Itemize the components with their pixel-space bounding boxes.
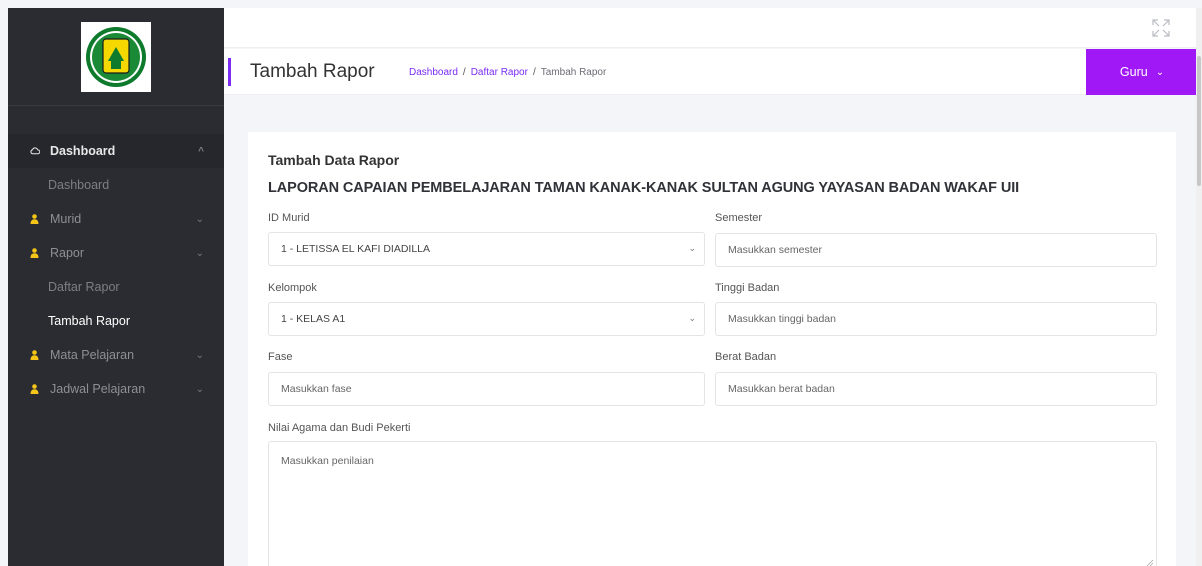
person-icon [30, 350, 40, 360]
form-subtitle: LAPORAN CAPAIAN PEMBELAJARAN TAMAN KANAK… [268, 180, 1020, 196]
id-murid-label: ID Murid [268, 212, 310, 224]
person-icon [30, 384, 40, 394]
sidebar-item-jadwal-pelajaran[interactable]: Jadwal Pelajaran ⌄ [8, 372, 224, 406]
breadcrumb-daftar-rapor[interactable]: Daftar Rapor [471, 67, 528, 78]
sidebar-item-mata-pelajaran[interactable]: Mata Pelajaran ⌄ [8, 338, 224, 372]
sidebar-subitem-tambah-rapor[interactable]: Tambah Rapor [8, 304, 224, 338]
breadcrumb: Dashboard / Daftar Rapor / Tambah Rapor [409, 67, 606, 78]
breadcrumb-dashboard[interactable]: Dashboard [409, 67, 458, 78]
user-menu-button[interactable]: Guru ⌄ [1086, 49, 1198, 95]
person-icon [30, 248, 40, 258]
sidebar-item-label: Rapor [50, 246, 85, 260]
semester-input[interactable]: Masukkan semester [715, 233, 1157, 267]
chevron-down-icon: ⌄ [195, 213, 204, 225]
semester-label: Semester [715, 212, 763, 224]
chevron-down-icon: ⌄ [688, 313, 696, 323]
header-accent [228, 58, 231, 86]
page-scrollbar[interactable] [1196, 8, 1202, 566]
cloud-icon [30, 146, 40, 156]
sidebar-item-label: Murid [50, 212, 82, 226]
berat-badan-input[interactable]: Masukkan berat badan [715, 372, 1157, 406]
person-icon [30, 214, 40, 224]
breadcrumb-separator: / [462, 67, 466, 78]
nilai-agama-textarea[interactable]: Masukkan penilaian [268, 441, 1157, 566]
nilai-agama-label: Nilai Agama dan Budi Pekerti [268, 422, 411, 434]
chevron-down-icon: ⌄ [688, 243, 696, 253]
berat-badan-label: Berat Badan [715, 351, 777, 363]
chevron-down-icon: ⌄ [195, 247, 204, 259]
kelompok-label: Kelompok [268, 282, 317, 294]
form-title: Tambah Data Rapor [268, 152, 400, 168]
resize-grip-icon[interactable] [1146, 558, 1154, 566]
chevron-down-icon: ⌄ [195, 383, 204, 395]
breadcrumb-current: Tambah Rapor [540, 67, 607, 78]
fullscreen-icon[interactable] [1152, 19, 1170, 37]
sidebar-item-label: Mata Pelajaran [50, 348, 135, 362]
logo-area [8, 8, 224, 106]
form-card: Tambah Data Rapor LAPORAN CAPAIAN PEMBEL… [248, 132, 1176, 566]
scrollbar-thumb[interactable] [1197, 56, 1201, 186]
sidebar-item-label: Jadwal Pelajaran [50, 382, 146, 396]
chevron-down-icon: ⌄ [195, 349, 204, 361]
top-bar [224, 8, 1198, 48]
sidebar-subitem-daftar-rapor[interactable]: Daftar Rapor [8, 270, 224, 304]
nilai-agama-placeholder: Masukkan penilaian [281, 455, 374, 467]
sidebar-item-dashboard[interactable]: Dashboard ^ [8, 134, 224, 168]
user-menu-label: Guru [1119, 65, 1148, 79]
sidebar: Dashboard ^ Dashboard Murid ⌄ Rapor ⌄ Da… [8, 8, 224, 566]
breadcrumb-separator: / [532, 67, 536, 78]
sidebar-menu: Dashboard ^ Dashboard Murid ⌄ Rapor ⌄ Da… [8, 106, 224, 406]
id-murid-value: 1 - LETISSA EL KAFI DIADILLA [281, 243, 431, 255]
id-murid-select[interactable]: 1 - LETISSA EL KAFI DIADILLA ⌄ [268, 232, 705, 266]
page-title: Tambah Rapor [250, 61, 375, 82]
chevron-down-icon: ⌄ [1155, 66, 1165, 78]
chevron-up-icon: ^ [198, 145, 204, 157]
school-logo[interactable] [81, 21, 151, 92]
tinggi-badan-label: Tinggi Badan [715, 282, 780, 294]
sidebar-subitem-dashboard[interactable]: Dashboard [8, 168, 224, 202]
sidebar-item-rapor[interactable]: Rapor ⌄ [8, 236, 224, 270]
kelompok-value: 1 - KELAS A1 [281, 313, 346, 325]
sidebar-item-label: Dashboard [50, 144, 116, 158]
page-header: Tambah Rapor Dashboard / Daftar Rapor / Tamb… [224, 49, 1198, 95]
fase-input[interactable]: Masukkan fase [268, 372, 705, 406]
fase-label: Fase [268, 351, 293, 363]
tinggi-badan-input[interactable]: Masukkan tinggi badan [715, 302, 1157, 336]
kelompok-select[interactable]: 1 - KELAS A1 ⌄ [268, 302, 705, 336]
sidebar-item-murid[interactable]: Murid ⌄ [8, 202, 224, 236]
